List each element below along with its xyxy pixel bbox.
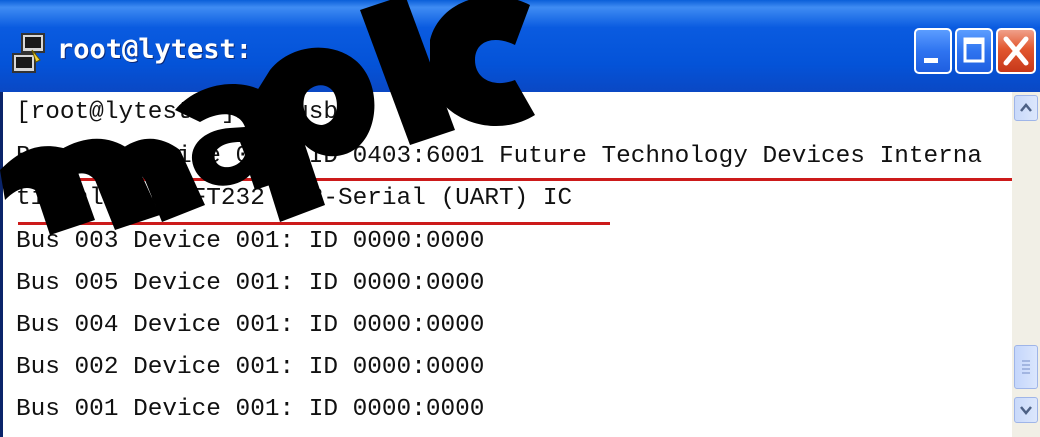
terminal-line: Bus 003 Device 001: ID 0000:0000 <box>16 228 485 255</box>
window-title: root@lytest: <box>57 34 253 65</box>
highlight-underline <box>18 222 610 225</box>
terminal-line: tional, Ltd FT232 USB-Serial (UART) IC <box>16 185 573 212</box>
highlight-underline <box>18 178 1016 181</box>
terminal-area[interactable]: [root@lytest ~]# lsusb Bus 003 Device 00… <box>0 92 1040 437</box>
title-bar[interactable]: root@lytest: <box>0 0 1040 92</box>
scroll-down-button[interactable] <box>1014 397 1038 423</box>
scroll-up-arrow-icon <box>1020 103 1032 112</box>
minimize-button[interactable] <box>914 28 952 74</box>
scroll-up-button[interactable] <box>1014 95 1038 121</box>
vertical-scrollbar[interactable] <box>1012 92 1040 437</box>
putty-icon <box>10 32 48 76</box>
scrollbar-thumb[interactable] <box>1014 345 1038 389</box>
terminal-line: Bus 003 Device 002: ID 0403:6001 Future … <box>16 143 983 170</box>
terminal-output: [root@lytest ~]# lsusb Bus 003 Device 00… <box>16 92 1016 437</box>
terminal-line: [root@lytest ~]# lsusb <box>16 99 339 126</box>
close-button[interactable] <box>996 28 1036 74</box>
maximize-button[interactable] <box>955 28 993 74</box>
terminal-window: root@lytest: [root@lytest ~]# lsusb Bus … <box>0 0 1040 437</box>
terminal-line: Bus 005 Device 001: ID 0000:0000 <box>16 270 485 297</box>
terminal-line: Bus 002 Device 001: ID 0000:0000 <box>16 354 485 381</box>
terminal-line: Bus 004 Device 001: ID 0000:0000 <box>16 312 485 339</box>
terminal-line: Bus 001 Device 001: ID 0000:0000 <box>16 396 485 423</box>
scroll-down-arrow-icon <box>1020 406 1032 415</box>
